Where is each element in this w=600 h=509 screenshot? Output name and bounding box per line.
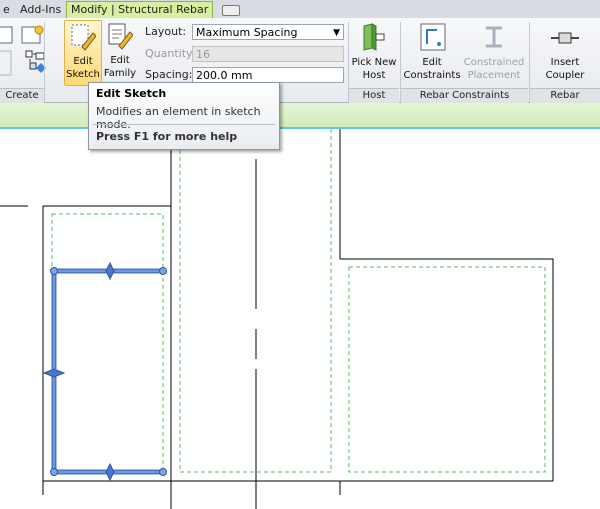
- drawing-canvas[interactable]: [0, 129, 600, 509]
- panel-label-rebar-constraints: Rebar Constraints: [401, 88, 528, 103]
- pick-new-host-button[interactable]: Pick New Host: [350, 20, 398, 86]
- tab-partial[interactable]: e: [0, 2, 14, 18]
- edit-sketch-tooltip: Edit Sketch Modifies an element in sketc…: [88, 82, 280, 150]
- create-tools-icon[interactable]: [0, 23, 58, 83]
- panel-divider: [44, 22, 45, 102]
- insert-coupler-label: Insert Coupler: [545, 57, 585, 81]
- chevron-down-icon: ▼: [333, 28, 340, 38]
- panel-label-create: Create: [0, 88, 44, 103]
- outline-verticals-bottom: [42, 481, 341, 495]
- quantity-input[interactable]: 16: [192, 46, 344, 62]
- ribbon-tab-bar: e Add-Ins Modify | Structural Rebar: [0, 0, 600, 19]
- rebar-end-grip: [159, 468, 167, 476]
- panel-label-host: Host: [349, 88, 399, 103]
- panel-label-rebar-coupler: Rebar Coupler: [530, 88, 600, 115]
- edit-constraints-icon: [420, 23, 446, 51]
- pick-host-icon: [363, 23, 385, 51]
- edit-sketch-icon: [71, 24, 96, 51]
- cover-line-right: [348, 266, 546, 473]
- layout-label: Layout:: [145, 25, 187, 38]
- coupler-icon: [551, 32, 579, 44]
- drag-arrow-icon: [42, 368, 66, 378]
- column-outline-left: [42, 205, 171, 481]
- rebar-end-grip: [50, 468, 58, 476]
- cover-line-left: [51, 213, 164, 473]
- rebar-end-grip: [159, 267, 167, 275]
- tab-modify-structural-rebar[interactable]: Modify | Structural Rebar: [66, 1, 214, 19]
- drag-arrow-icon: [105, 261, 115, 281]
- constrained-placement-label: Constrained Placement: [463, 57, 525, 81]
- edit-family-button[interactable]: Edit Family: [102, 20, 138, 84]
- insert-coupler-button[interactable]: Insert Coupler: [536, 20, 594, 86]
- beam-outline-right: [340, 258, 554, 481]
- spacing-input[interactable]: 200.0 mm: [192, 67, 344, 83]
- rebar-end-grip: [50, 267, 58, 275]
- tooltip-divider: [93, 124, 275, 125]
- edit-sketch-button[interactable]: Edit Sketch: [64, 20, 102, 86]
- edit-family-label: Edit Family: [103, 55, 137, 79]
- tab-add-ins[interactable]: Add-Ins: [16, 2, 65, 18]
- constrained-placement-button[interactable]: Constrained Placement: [462, 20, 526, 86]
- minimize-ribbon-icon: [222, 4, 240, 16]
- layout-dropdown[interactable]: Maximum Spacing ▼: [192, 24, 344, 40]
- pick-new-host-label: Pick New Host: [351, 57, 397, 81]
- drag-arrow-icon: [105, 462, 115, 482]
- edit-constraints-button[interactable]: Edit Constraints: [403, 20, 461, 86]
- section-view: [0, 129, 554, 509]
- edit-family-icon: [108, 23, 133, 50]
- spacing-value: 200.0 mm: [196, 69, 253, 82]
- layout-value: Maximum Spacing: [196, 26, 298, 39]
- constrained-placement-icon: [486, 26, 502, 48]
- tooltip-title: Edit Sketch: [96, 87, 167, 100]
- edit-sketch-label: Edit Sketch: [66, 56, 100, 80]
- tooltip-help-text: Press F1 for more help: [96, 130, 238, 143]
- spacing-label: Spacing:: [145, 68, 193, 81]
- edit-constraints-label: Edit Constraints: [403, 57, 461, 81]
- quantity-label: Quantity:: [145, 47, 196, 60]
- selected-rebar-shape[interactable]: [42, 261, 167, 482]
- quantity-value: 16: [196, 48, 210, 61]
- ribbon-display-dropdown[interactable]: [218, 2, 244, 18]
- tooltip-description: Modifies an element in sketch mode.: [96, 105, 261, 131]
